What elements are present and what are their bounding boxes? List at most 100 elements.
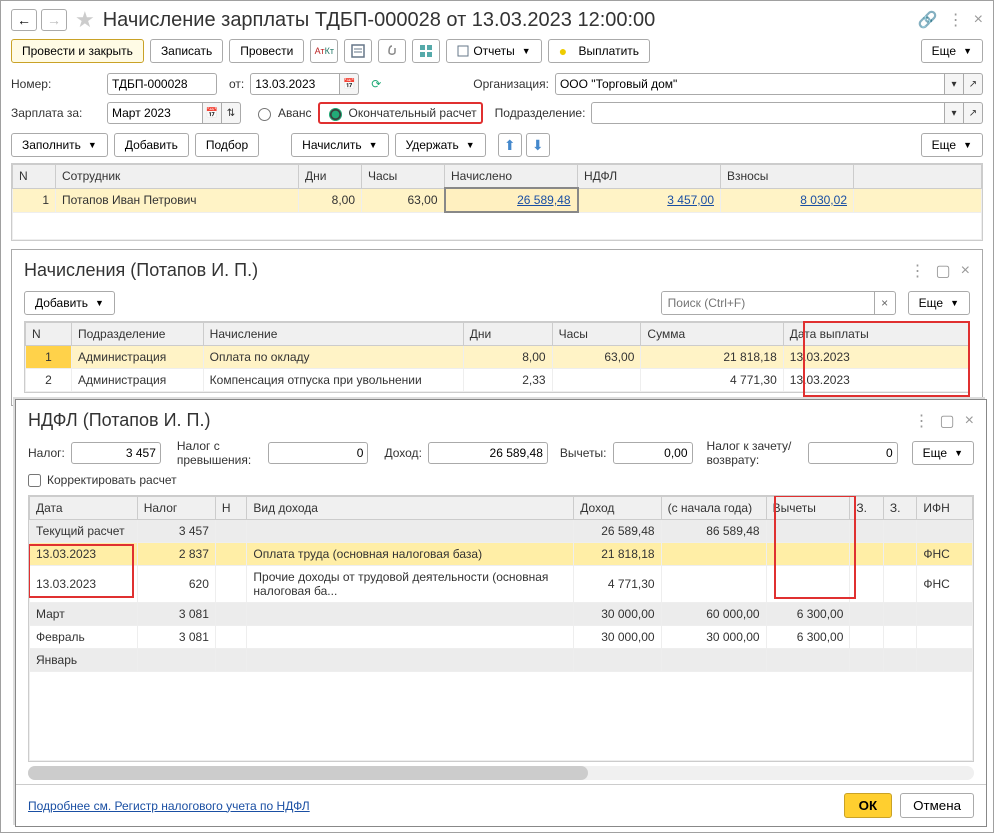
accruals-search[interactable]: × [661,291,896,315]
table-toolbar: Заполнить▼ Добавить Подбор Начислить▼ Уд… [1,127,993,163]
org-label: Организация: [473,77,549,91]
month-spinner[interactable]: ⇅ [222,102,241,124]
accrued-link[interactable]: 26 589,48 [517,193,570,207]
adjust-checkbox[interactable]: Корректировать расчет [28,473,177,487]
save-button[interactable]: Записать [150,39,223,63]
col-days[interactable]: Дни [299,165,362,189]
list-icon[interactable] [344,39,372,63]
calendar-icon[interactable]: 📅 [340,73,359,95]
post-close-button[interactable]: Провести и закрыть [11,39,144,63]
ndfl-more-button[interactable]: Еще▼ [912,441,974,465]
deductions-field[interactable] [613,442,693,464]
main-toolbar: Провести и закрыть Записать Провести АтК… [1,33,993,69]
col-hours[interactable]: Часы [362,165,445,189]
ndfl-table: Дата Налог Н Вид дохода Доход (с начала … [29,496,973,761]
date-label: от: [229,77,244,91]
accrue-button[interactable]: Начислить▼ [291,133,388,157]
table-row[interactable]: 2 Администрация Компенсация отпуска при … [26,369,969,392]
ndfl-kebab-icon[interactable]: ⋮ [914,411,930,431]
income-field[interactable] [428,442,548,464]
refund-field[interactable] [808,442,898,464]
final-radio[interactable]: Окончательный расчет [318,102,483,124]
ndfl-link[interactable]: 3 457,00 [667,193,714,207]
ok-button[interactable]: ОК [844,793,893,818]
scroll-thumb[interactable] [28,766,588,780]
forward-button[interactable]: → [41,9,67,31]
search-input[interactable] [662,292,874,314]
accruals-table: N Подразделение Начисление Дни Часы Сумм… [25,322,969,392]
kebab-icon[interactable]: ⋮ [948,10,964,30]
header-fields-row-2: Зарплата за: 📅 ⇅ Аванс Окончательный рас… [1,99,993,127]
accruals-max-icon[interactable]: ▢ [936,261,951,281]
col-n[interactable]: N [13,165,56,189]
accruals-add-button[interactable]: Добавить▼ [24,291,115,315]
month-field[interactable] [107,102,203,124]
attach-icon[interactable] [378,39,406,63]
header-fields-row-1: Номер: от: 📅 ⟳ Организация: ▾ ↗ [1,69,993,99]
ndfl-footer: Подробнее см. Регистр налогового учета п… [16,784,986,826]
contrib-link[interactable]: 8 030,02 [800,193,847,207]
table-more-button[interactable]: Еще▼ [921,133,983,157]
col-accrued[interactable]: Начислено [445,165,578,189]
ndfl-close-icon[interactable]: × [965,412,974,430]
dept-dropdown-icon[interactable]: ▾ [945,102,964,124]
number-label: Номер: [11,77,101,91]
advance-radio[interactable]: Аванс [253,105,312,121]
refresh-date-icon[interactable]: ⟳ [365,72,387,96]
fill-button[interactable]: Заполнить▼ [11,133,108,157]
col-emp[interactable]: Сотрудник [56,165,299,189]
debit-credit-icon[interactable]: АтКт [310,39,338,63]
dept-field[interactable] [591,102,945,124]
close-icon[interactable]: × [974,11,983,29]
pay-button[interactable]: ● Выплатить [548,39,650,63]
salary-for-label: Зарплата за: [11,106,101,120]
accruals-more-button[interactable]: Еще▼ [908,291,970,315]
tax-field[interactable] [71,442,161,464]
ndfl-max-icon[interactable]: ▢ [940,411,955,431]
table-row[interactable]: 13.03.2023620Прочие доходы от трудовой д… [30,566,973,603]
table-row[interactable]: 13.03.20232 837Оплата труда (основная на… [30,543,973,566]
window-header: ← → ★ Начисление зарплаты ТДБП-000028 от… [1,1,993,33]
org-field-group: ▾ ↗ [555,73,983,95]
main-window: ← → ★ Начисление зарплаты ТДБП-000028 от… [0,0,994,833]
reports-button[interactable]: Отчеты▼ [446,39,541,63]
withhold-button[interactable]: Удержать▼ [395,133,486,157]
post-button[interactable]: Провести [229,39,304,63]
link-icon[interactable]: 🔗 [918,10,938,30]
dept-label: Подразделение: [495,106,586,120]
more-button[interactable]: Еще▼ [921,39,983,63]
month-calendar-icon[interactable]: 📅 [203,102,222,124]
cancel-button[interactable]: Отмена [900,793,974,818]
add-button[interactable]: Добавить [114,133,189,157]
move-up-button[interactable]: ⬆ [498,133,522,157]
number-field[interactable] [107,73,217,95]
page-title: Начисление зарплаты ТДБП-000028 от 13.03… [103,9,908,32]
back-button[interactable]: ← [11,9,37,31]
table-row[interactable]: Март3 08130 000,0060 000,006 300,00 [30,603,973,626]
ndfl-scrollbar[interactable] [28,766,974,780]
org-open-icon[interactable]: ↗ [964,73,983,95]
table-row[interactable]: Январь [30,649,973,672]
accruals-kebab-icon[interactable]: ⋮ [910,261,926,281]
table-row[interactable]: 1 Потапов Иван Петрович 8,00 63,00 26 58… [13,188,982,212]
search-clear-icon[interactable]: × [874,292,895,314]
move-down-button[interactable]: ⬇ [526,133,550,157]
table-row[interactable]: 1 Администрация Оплата по окладу 8,00 63… [26,346,969,369]
col-contrib[interactable]: Взносы [721,165,854,189]
pickup-button[interactable]: Подбор [195,133,259,157]
accruals-panel: Начисления (Потапов И. П.) ⋮ ▢ × Добавит… [11,249,983,406]
table-row[interactable]: Текущий расчет3 45726 589,4886 589,48 [30,520,973,543]
org-field[interactable] [555,73,945,95]
favorite-icon[interactable]: ★ [75,7,95,33]
employees-table: N Сотрудник Дни Часы Начислено НДФЛ Взно… [12,164,982,240]
col-ndfl[interactable]: НДФЛ [578,165,721,189]
date-field-group: 📅 [250,73,359,95]
date-field[interactable] [250,73,340,95]
accruals-close-icon[interactable]: × [961,262,970,280]
excess-field[interactable] [268,442,368,464]
dept-open-icon[interactable]: ↗ [964,102,983,124]
grid-icon[interactable] [412,39,440,63]
table-row[interactable]: Февраль3 08130 000,0030 000,006 300,00 [30,626,973,649]
ndfl-register-link[interactable]: Подробнее см. Регистр налогового учета п… [28,799,310,813]
org-dropdown-icon[interactable]: ▾ [945,73,964,95]
